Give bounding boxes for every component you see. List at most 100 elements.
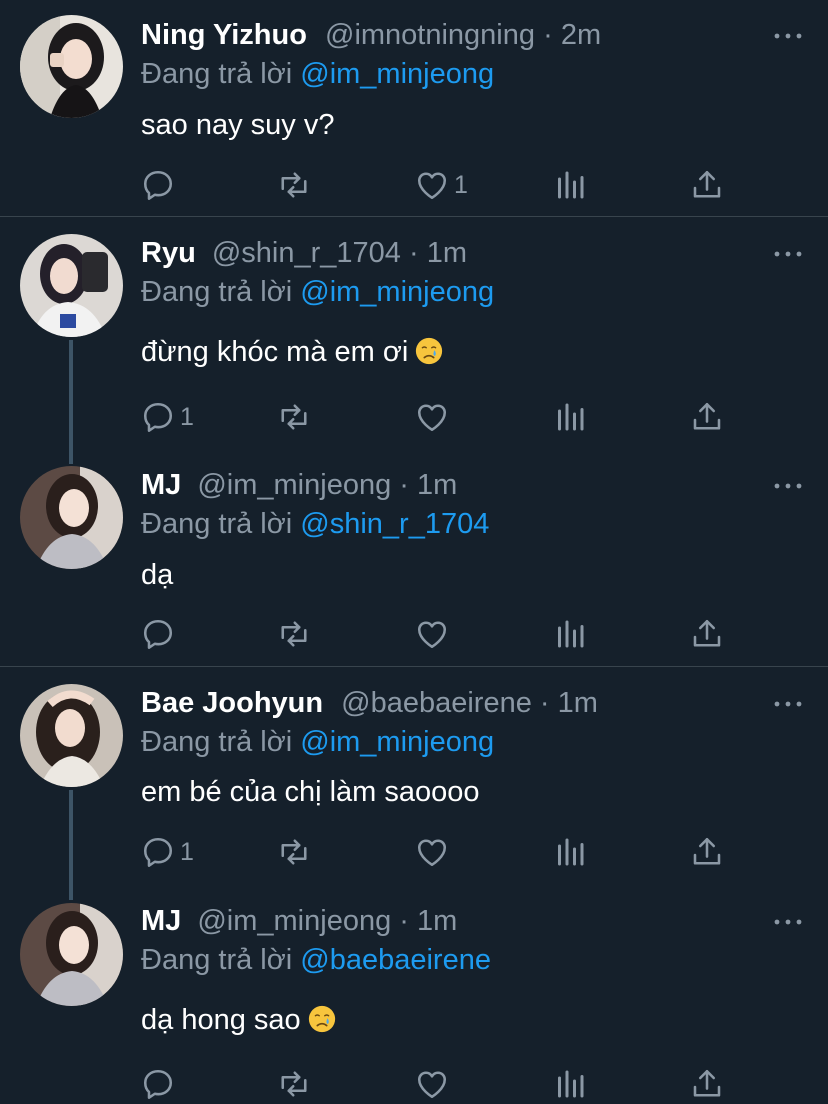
retweet-button[interactable]	[276, 397, 312, 437]
tweet[interactable]: Ning Yizhuo @imnotningning · 2m Đang trả…	[0, 0, 828, 216]
share-icon	[689, 834, 725, 870]
more-icon[interactable]	[773, 31, 803, 41]
share-icon	[689, 399, 725, 435]
reply-button[interactable]: 1	[140, 832, 194, 872]
avatar[interactable]	[20, 466, 123, 569]
retweet-icon	[276, 1066, 312, 1102]
more-icon[interactable]	[773, 481, 803, 491]
mention-link[interactable]: @shin_r_1704	[300, 508, 489, 540]
views-button[interactable]	[552, 614, 588, 654]
replying-to: Đang trả lời @im_minjeong	[141, 274, 494, 310]
tweet-header: Ning Yizhuo @imnotningning · 2m	[141, 17, 601, 53]
like-button[interactable]	[414, 614, 454, 654]
like-count: 1	[454, 170, 468, 199]
reply-button[interactable]	[140, 1064, 180, 1104]
retweet-button[interactable]	[276, 1064, 312, 1104]
reply-button[interactable]: 1	[140, 397, 194, 437]
mention-link[interactable]: @im_minjeong	[300, 726, 494, 758]
crying-face-icon	[414, 336, 444, 366]
timestamp[interactable]: 2m	[561, 19, 601, 51]
tweet-text: dạ	[141, 557, 173, 593]
share-button[interactable]	[689, 165, 725, 205]
timestamp[interactable]: 1m	[558, 687, 598, 719]
replying-to-label: Đang trả lời	[141, 508, 293, 540]
like-icon	[414, 834, 450, 870]
tweet[interactable]: MJ @im_minjeong · 1m Đang trả lời @shin_…	[0, 449, 828, 666]
separator-dot: ·	[409, 237, 419, 269]
retweet-icon	[276, 399, 312, 435]
timestamp[interactable]: 1m	[427, 237, 467, 269]
user-handle[interactable]: @im_minjeong	[197, 469, 391, 501]
avatar[interactable]	[20, 684, 123, 787]
user-handle[interactable]: @im_minjeong	[197, 905, 391, 937]
tweet-text: em bé của chị làm saoooo	[141, 774, 480, 810]
views-button[interactable]	[552, 397, 588, 437]
action-bar: 1	[140, 832, 740, 872]
tweet-text: đừng khóc mà em ơi	[141, 334, 444, 370]
mention-link[interactable]: @im_minjeong	[300, 58, 494, 90]
views-button[interactable]	[552, 1064, 588, 1104]
separator-dot: ·	[539, 687, 550, 719]
like-icon	[414, 399, 450, 435]
tweet-text-content: sao nay suy v?	[141, 109, 335, 141]
user-handle[interactable]: @shin_r_1704	[212, 237, 401, 269]
replying-to: Đang trả lời @baebaeirene	[141, 942, 491, 978]
like-icon	[414, 1066, 450, 1102]
avatar[interactable]	[20, 234, 123, 337]
like-button[interactable]	[414, 832, 454, 872]
reply-button[interactable]	[140, 165, 180, 205]
retweet-icon	[276, 834, 312, 870]
separator-dot: ·	[399, 905, 409, 937]
display-name[interactable]: MJ	[141, 905, 181, 937]
avatar[interactable]	[20, 15, 123, 118]
retweet-button[interactable]	[276, 832, 312, 872]
reply-count: 1	[180, 402, 194, 431]
like-icon	[414, 167, 450, 203]
views-button[interactable]	[552, 832, 588, 872]
replying-to-label: Đang trả lời	[141, 726, 293, 758]
reply-icon	[140, 834, 176, 870]
separator-dot: ·	[543, 19, 553, 51]
like-button[interactable]	[414, 1064, 454, 1104]
views-icon	[552, 616, 588, 652]
retweet-button[interactable]	[276, 165, 312, 205]
tweet-text-content: dạ hong sao	[141, 1004, 301, 1036]
share-button[interactable]	[689, 614, 725, 654]
tweet[interactable]: MJ @im_minjeong · 1m Đang trả lời @baeba…	[0, 900, 828, 1102]
user-handle[interactable]: @baebaeirene	[341, 687, 532, 719]
reply-button[interactable]	[140, 614, 180, 654]
share-icon	[689, 1066, 725, 1102]
mention-link[interactable]: @im_minjeong	[300, 276, 494, 308]
reply-icon	[140, 1066, 176, 1102]
tweet-text-content: dạ	[141, 559, 174, 591]
mention-link[interactable]: @baebaeirene	[300, 944, 491, 976]
more-icon[interactable]	[773, 917, 803, 927]
display-name[interactable]: MJ	[141, 469, 181, 501]
views-button[interactable]	[552, 165, 588, 205]
timestamp[interactable]: 1m	[417, 905, 457, 937]
user-handle[interactable]: @imnotningning	[325, 19, 535, 51]
timestamp[interactable]: 1m	[417, 469, 457, 501]
action-bar: 1	[140, 397, 740, 437]
action-bar	[140, 614, 740, 654]
like-button[interactable]: 1	[414, 165, 468, 205]
replying-to: Đang trả lời @shin_r_1704	[141, 506, 489, 542]
display-name[interactable]: Ryu	[141, 237, 196, 269]
crying-face-icon	[307, 1004, 337, 1034]
tweet[interactable]: Ryu @shin_r_1704 · 1m Đang trả lời @im_m…	[0, 217, 828, 449]
display-name[interactable]: Bae Joohyun	[141, 687, 323, 719]
display-name[interactable]: Ning Yizhuo	[141, 19, 307, 51]
share-button[interactable]	[689, 397, 725, 437]
share-button[interactable]	[689, 832, 725, 872]
more-icon[interactable]	[773, 699, 803, 709]
views-icon	[552, 399, 588, 435]
tweet-text-content: đừng khóc mà em ơi	[141, 336, 409, 368]
avatar[interactable]	[20, 903, 123, 1006]
more-icon[interactable]	[773, 249, 803, 259]
like-button[interactable]	[414, 397, 454, 437]
tweet-text-content: em bé của chị làm saoooo	[141, 776, 480, 808]
tweet[interactable]: Bae Joohyun @baebaeirene · 1m Đang trả l…	[0, 667, 828, 900]
replying-to-label: Đang trả lời	[141, 944, 293, 976]
share-button[interactable]	[689, 1064, 725, 1104]
retweet-button[interactable]	[276, 614, 312, 654]
